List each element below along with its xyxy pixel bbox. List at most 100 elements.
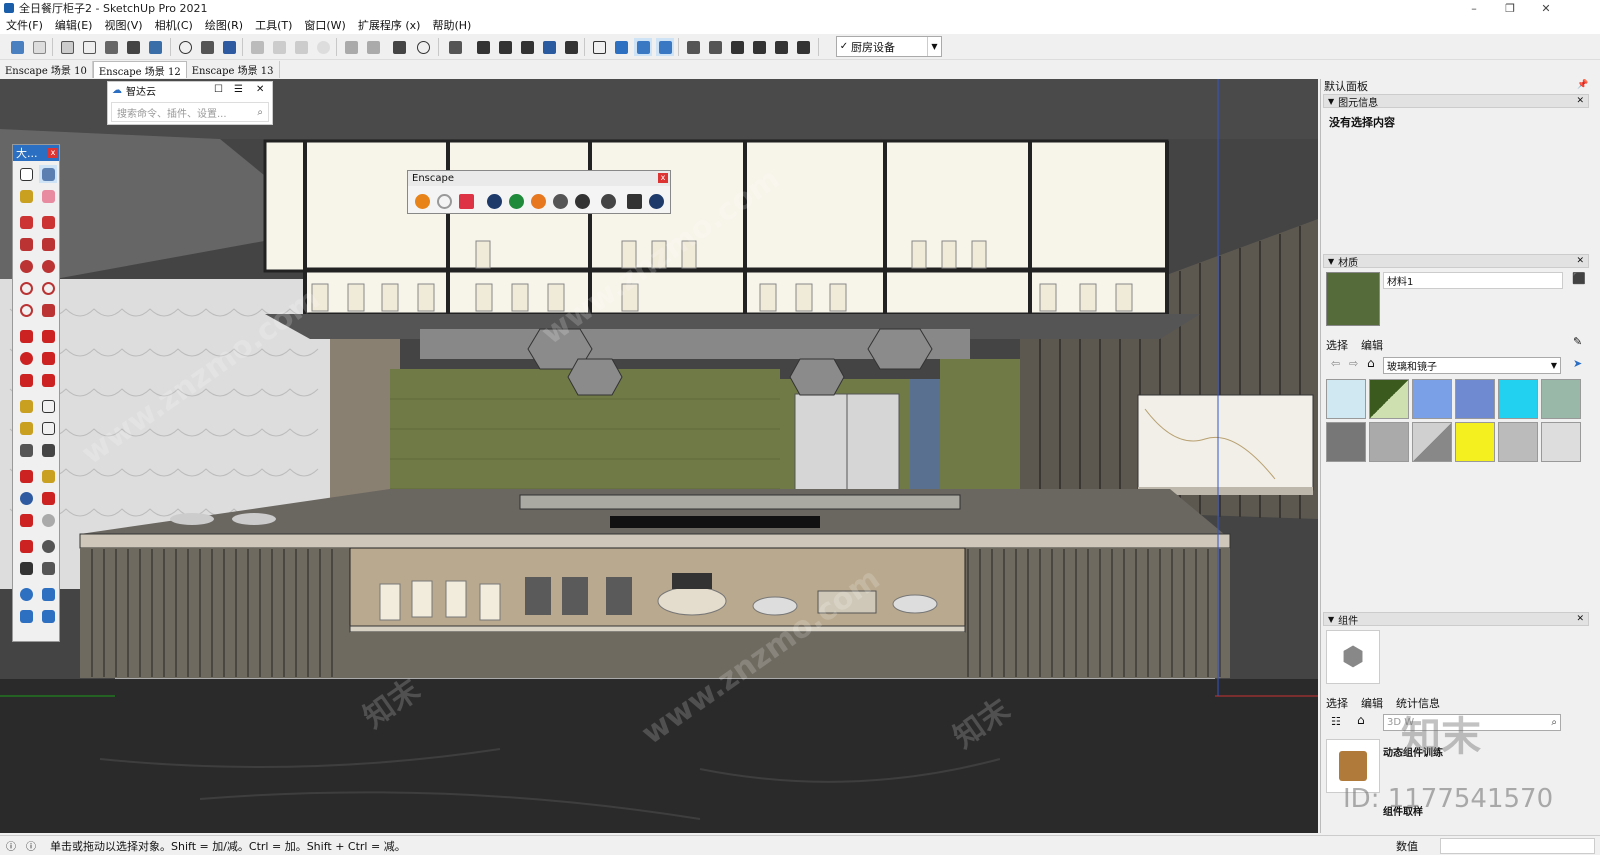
position-camera-icon[interactable] — [17, 537, 35, 555]
walk-tool-icon[interactable] — [17, 559, 35, 577]
search-icon[interactable]: ⌕ — [1551, 717, 1557, 728]
zoom-extents-tool-icon[interactable] — [17, 511, 35, 529]
components-icon[interactable] — [446, 38, 464, 56]
sandbox-tool-icon-3[interactable] — [17, 607, 35, 625]
sandbox-tool-icon-4[interactable] — [39, 607, 57, 625]
pin-icon[interactable]: 📌 — [1577, 80, 1588, 90]
zoom-window-tool-icon[interactable] — [39, 489, 57, 507]
arc-tool-icon[interactable] — [17, 279, 35, 297]
camera-icon-1[interactable] — [474, 38, 492, 56]
close-button[interactable]: ✕ — [1528, 0, 1564, 16]
material-swatch[interactable] — [1369, 379, 1409, 419]
zhidayun-search-input[interactable]: 搜索命令、插件、设置... ⌕ — [111, 102, 269, 122]
forward-icon[interactable]: ⇨ — [1349, 357, 1358, 370]
material-swatch[interactable] — [1412, 379, 1452, 419]
view-options-icon[interactable]: ☷ — [1331, 715, 1341, 728]
scene-tab-13[interactable]: Enscape 场景 13 — [187, 61, 280, 78]
back-edges-icon[interactable] — [634, 38, 652, 56]
freehand-tool-icon[interactable] — [39, 213, 57, 231]
look-around-icon[interactable] — [39, 537, 57, 555]
iso-view-icon[interactable] — [58, 38, 76, 56]
layer-dropdown[interactable]: ✓ 厨房设备 ▼ — [836, 36, 942, 57]
search-icon[interactable]: ⌕ — [257, 107, 263, 118]
house-icon-3[interactable] — [772, 38, 790, 56]
pie-tool-icon[interactable] — [39, 301, 57, 319]
close-icon[interactable]: ✕ — [1576, 96, 1584, 106]
menu-file[interactable]: 文件(F) — [0, 17, 49, 33]
close-icon[interactable]: ✕ — [1576, 614, 1584, 624]
warehouse-icon-1[interactable] — [684, 38, 702, 56]
menu-help[interactable]: 帮助(H) — [426, 17, 477, 33]
protractor-tool-icon[interactable] — [17, 419, 35, 437]
xray-icon[interactable] — [612, 38, 630, 56]
axes-tool-icon[interactable] — [17, 441, 35, 459]
chevron-left-icon[interactable]: ‹ — [2, 474, 8, 493]
menu-draw[interactable]: 绘图(R) — [199, 17, 249, 33]
menu-camera[interactable]: 相机(C) — [149, 17, 199, 33]
select-tool-icon[interactable] — [17, 165, 35, 183]
menu-tools[interactable]: 工具(T) — [249, 17, 298, 33]
menu-edit[interactable]: 编辑(E) — [49, 17, 99, 33]
material-swatch[interactable] — [1541, 379, 1581, 419]
pushpull-tool-icon[interactable] — [39, 327, 57, 345]
house-icon-4[interactable] — [794, 38, 812, 56]
credits-icon[interactable]: ⓘ — [26, 838, 36, 853]
text-tool-icon[interactable] — [39, 419, 57, 437]
eyedropper-icon[interactable]: ✎ — [1573, 335, 1582, 348]
create-material-icon[interactable]: ⬛ — [1572, 272, 1586, 285]
textured-icon[interactable] — [146, 38, 164, 56]
enscape-asset-icon[interactable] — [506, 191, 526, 211]
warehouse-icon-2[interactable] — [706, 38, 724, 56]
rotate-tool-icon[interactable] — [17, 349, 35, 367]
move-tool-icon[interactable] — [17, 327, 35, 345]
3dtext-tool-icon[interactable] — [39, 441, 57, 459]
material-swatch[interactable] — [1369, 422, 1409, 462]
components-tab-edit[interactable]: 编辑 — [1361, 695, 1383, 711]
scene-tab-12[interactable]: Enscape 场景 12 — [92, 61, 187, 78]
house-icon-1[interactable] — [728, 38, 746, 56]
arc3-tool-icon[interactable] — [17, 301, 35, 319]
house-icon-2[interactable] — [750, 38, 768, 56]
camera-icon-4[interactable] — [540, 38, 558, 56]
scene-tab-10[interactable]: Enscape 场景 10 — [0, 61, 93, 78]
front-view-icon[interactable] — [102, 38, 120, 56]
orbit2-tool-icon[interactable] — [17, 467, 35, 485]
minimize-button[interactable]: – — [1456, 0, 1492, 16]
tape-tool-icon[interactable] — [17, 397, 35, 415]
paste-icon[interactable] — [292, 38, 310, 56]
components-header[interactable]: ▼ 组件 ✕ — [1323, 612, 1589, 627]
enscape-start-icon[interactable] — [412, 191, 432, 211]
add-location-icon[interactable] — [176, 38, 194, 56]
pan-tool-icon[interactable] — [39, 467, 57, 485]
section-tool-icon[interactable] — [39, 559, 57, 577]
orbit-tool-icon[interactable] — [39, 165, 57, 183]
enscape-sync-icon[interactable] — [434, 191, 454, 211]
enscape-settings-icon[interactable] — [598, 191, 618, 211]
enscape-mail-icon[interactable] — [624, 191, 644, 211]
zoom-tool-icon[interactable] — [17, 489, 35, 507]
chevron-left-icon[interactable]: ‹ — [2, 337, 8, 356]
menu-extensions[interactable]: 扩展程序 (x) — [352, 17, 427, 33]
cut-icon[interactable] — [248, 38, 266, 56]
camera-icon-5[interactable] — [562, 38, 580, 56]
material-swatch[interactable] — [1498, 422, 1538, 462]
components-tab-select[interactable]: 选择 — [1326, 695, 1348, 711]
entity-info-header[interactable]: ▼ 图元信息 ✕ — [1323, 94, 1589, 109]
followme-tool-icon[interactable] — [39, 349, 57, 367]
offset-tool-icon[interactable] — [39, 371, 57, 389]
paint-tool-icon[interactable] — [17, 187, 35, 205]
polygon-tool-icon[interactable] — [39, 257, 57, 275]
copy-icon[interactable] — [270, 38, 288, 56]
wireframe-icon[interactable] — [656, 38, 674, 56]
circle-tool-icon[interactable] — [17, 257, 35, 275]
redo-icon[interactable] — [364, 38, 382, 56]
close-icon[interactable]: x — [48, 148, 58, 158]
home-icon[interactable]: ⌂ — [1357, 713, 1365, 727]
enscape-texture-icon[interactable] — [550, 191, 570, 211]
enscape-add-icon[interactable] — [484, 191, 504, 211]
model-info-icon[interactable] — [414, 38, 432, 56]
eraser-tool-icon[interactable] — [39, 187, 57, 205]
geolocation-icon[interactable]: ⓘ — [6, 838, 16, 853]
close-icon[interactable]: ✕ — [1576, 256, 1584, 266]
shaded-icon[interactable] — [124, 38, 142, 56]
